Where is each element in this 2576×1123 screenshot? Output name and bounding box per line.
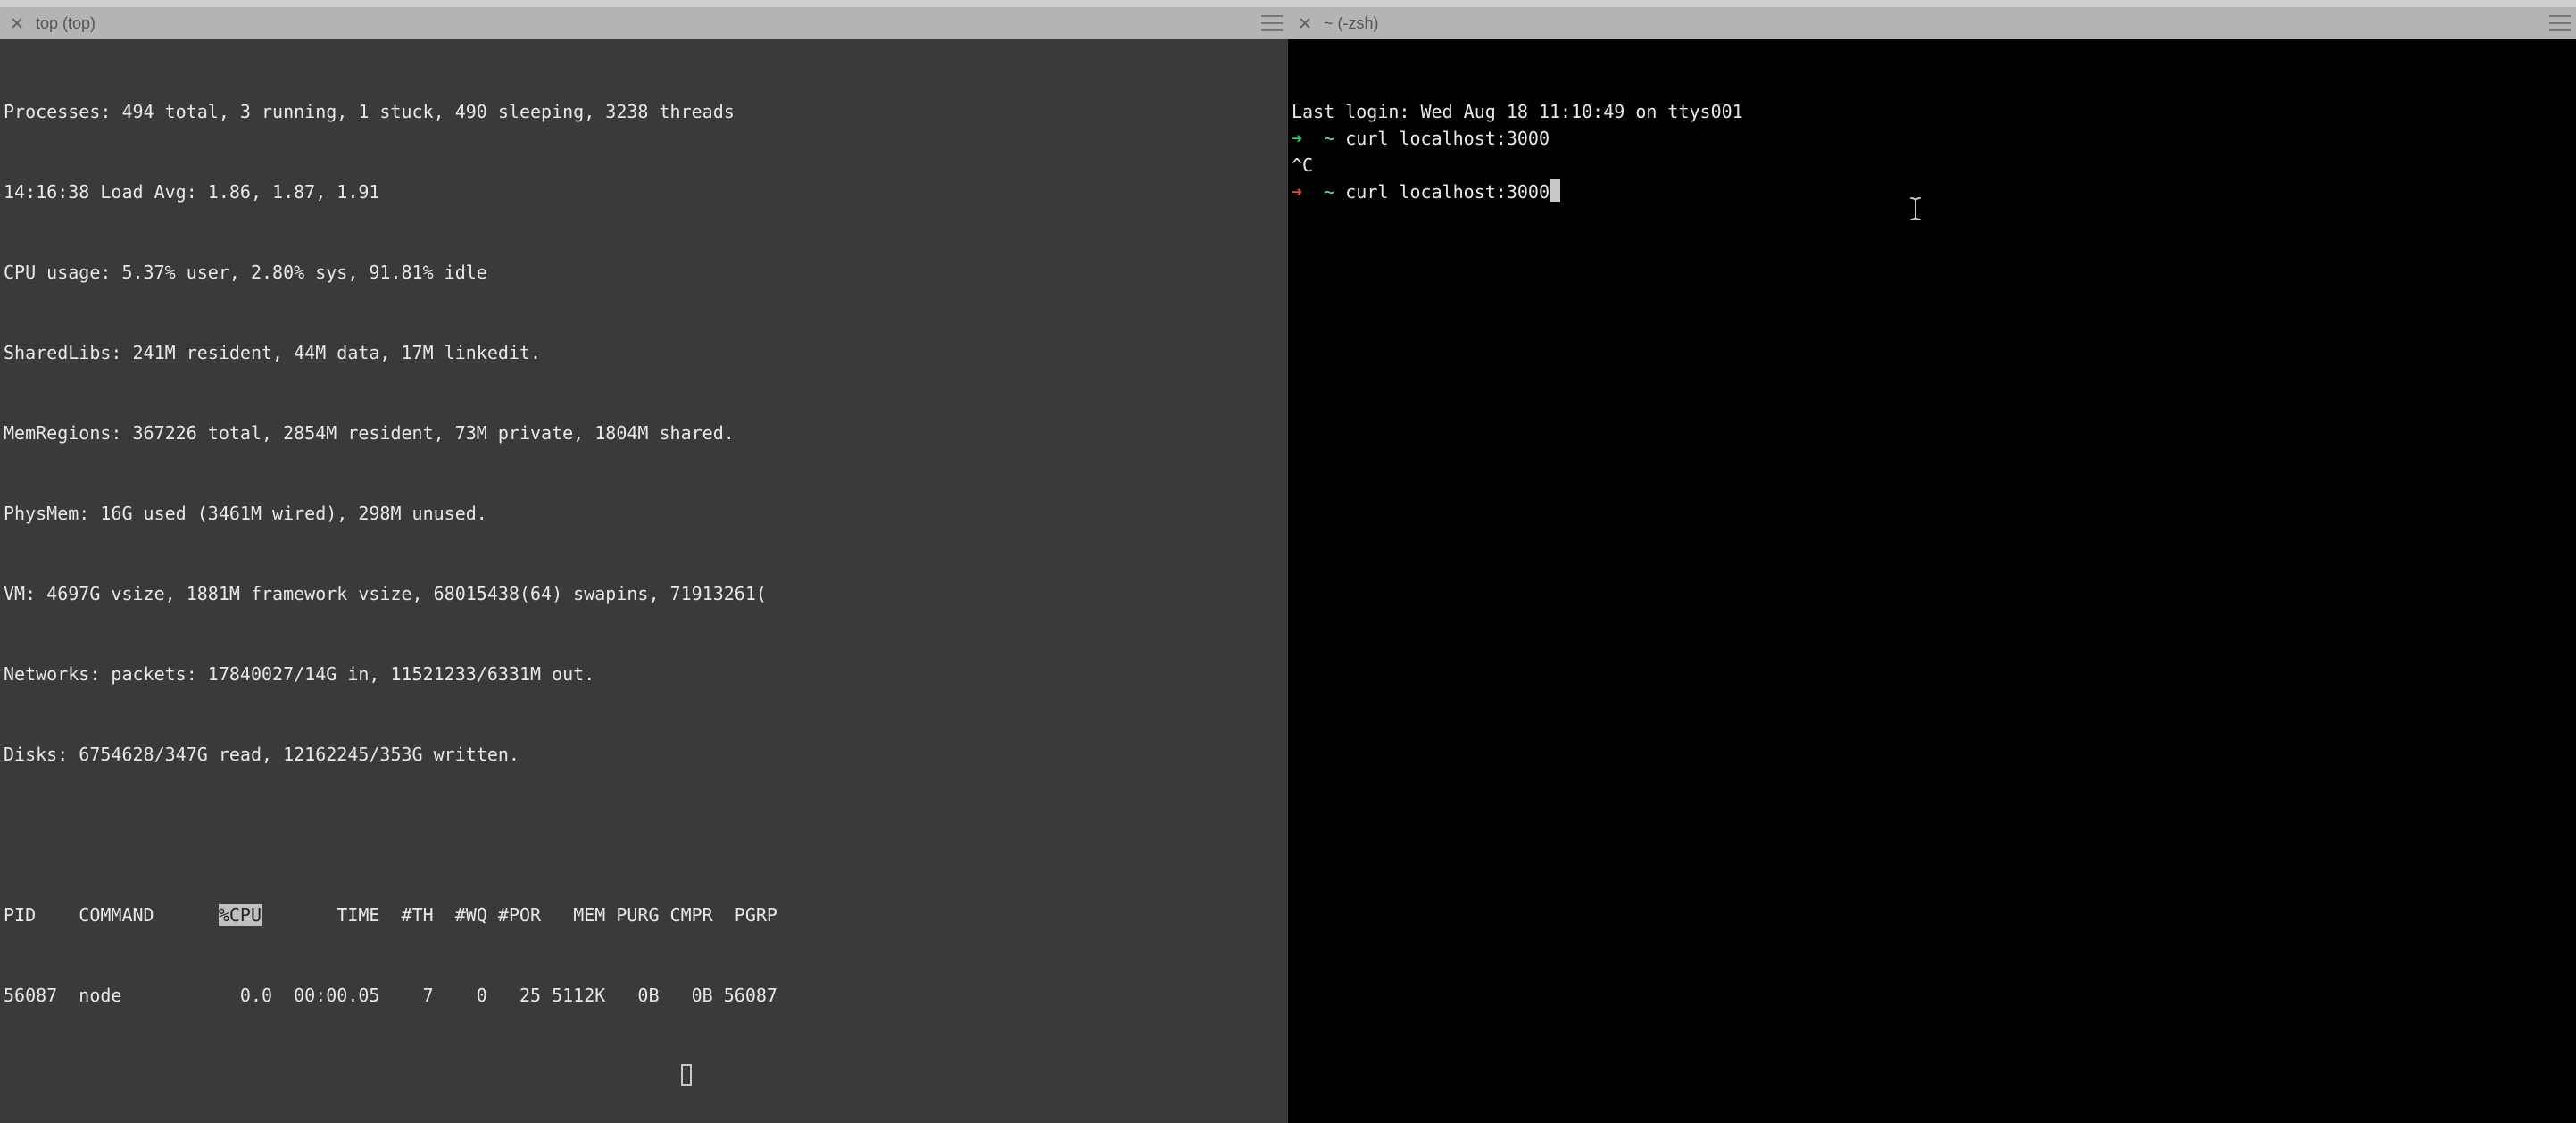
hollow-cursor [681, 1064, 692, 1086]
top-time-load-line: 14:16:38 Load Avg: 1.86, 1.87, 1.91 [4, 179, 1284, 205]
left-terminal-pane[interactable]: top (top) Processes: 494 total, 3 runnin… [0, 0, 1288, 1123]
close-tab-icon[interactable] [1295, 13, 1315, 33]
right-terminal-body[interactable]: Last login: Wed Aug 18 11:10:49 on ttys0… [1288, 39, 2576, 1123]
hamburger-icon-right[interactable] [2549, 15, 2571, 31]
right-terminal-pane[interactable]: ~ (-zsh) Last login: Wed Aug 18 11:10:49… [1288, 0, 2576, 1123]
prompt-cwd: ~ [1324, 128, 1334, 149]
right-tab-bar[interactable]: ~ (-zsh) [1288, 7, 2576, 39]
prompt-command: curl localhost:3000 [1345, 128, 1550, 149]
close-tab-icon[interactable] [7, 13, 27, 33]
top-sharedlibs-line: SharedLibs: 241M resident, 44M data, 17M… [4, 339, 1284, 366]
blank-line [4, 821, 1284, 848]
hamburger-icon-left[interactable] [1261, 15, 1283, 31]
top-networks-line: Networks: packets: 17840027/14G in, 1152… [4, 661, 1284, 687]
right-tab-title: ~ (-zsh) [1324, 14, 1379, 33]
prompt-line: ➜ ~ curl localhost:3000 [1292, 179, 2572, 205]
window-chrome-strip [1288, 0, 2576, 7]
top-vm-line: VM: 4697G vsize, 1881M framework vsize, … [4, 580, 1284, 607]
top-process-row: 56087 node 0.0 00:00.05 7 0 25 5112K 0B … [4, 982, 1284, 1009]
prompt-arrow-icon: ➜ [1292, 128, 1302, 149]
top-physmem-line: PhysMem: 16G used (3461M wired), 298M un… [4, 500, 1284, 527]
top-columns-header: PID COMMAND %CPU TIME #TH #WQ #POR MEM P… [4, 902, 1284, 928]
left-terminal-body[interactable]: Processes: 494 total, 3 running, 1 stuck… [0, 39, 1288, 1123]
top-cpu-line: CPU usage: 5.37% user, 2.80% sys, 91.81%… [4, 259, 1284, 286]
app-root: top (top) Processes: 494 total, 3 runnin… [0, 0, 2576, 1123]
top-hollow-cursor-line [4, 1062, 1284, 1089]
prompt-command: curl localhost:3000 [1345, 181, 1550, 203]
output-line: ^C [1292, 152, 2572, 179]
prompt-cwd: ~ [1324, 181, 1334, 203]
left-tab-bar[interactable]: top (top) [0, 7, 1288, 39]
top-processes-line: Processes: 494 total, 3 running, 1 stuck… [4, 98, 1284, 125]
last-login-line: Last login: Wed Aug 18 11:10:49 on ttys0… [1292, 98, 2572, 125]
top-disks-line: Disks: 6754628/347G read, 12162245/353G … [4, 741, 1284, 768]
left-tab-title: top (top) [36, 14, 96, 33]
block-cursor [1550, 179, 1560, 202]
top-memregions-line: MemRegions: 367226 total, 2854M resident… [4, 420, 1284, 446]
window-chrome-strip [0, 0, 1288, 7]
prompt-line: ➜ ~ curl localhost:3000 [1292, 125, 2572, 152]
prompt-arrow-icon: ➜ [1292, 181, 1302, 203]
